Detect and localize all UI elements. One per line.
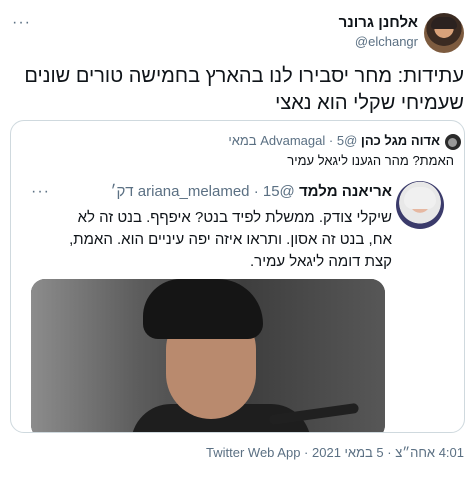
author-name[interactable]: אלחנן גרונר — [339, 14, 418, 31]
inner-tweet-text: שיקלי צודק. ממשלת לפיד בנט? איפףף. בנט ז… — [69, 209, 392, 270]
quote-author-name: אדוה מגל כהן — [360, 133, 440, 148]
avatar-cap — [431, 17, 457, 29]
inner-author-avatar — [396, 181, 444, 229]
inner-author-name: אריאנה מלמד — [298, 183, 392, 200]
quote-text: האמת? מהר הגענו ליגאל עמיר — [287, 153, 454, 168]
more-options-icon[interactable]: ··· — [12, 14, 31, 32]
author-avatar[interactable] — [424, 13, 464, 53]
quoted-tweet-card[interactable]: אדוה מגל כהן @Advamagal · 5 במאי האמת? מ… — [10, 120, 465, 433]
inner-more-icon[interactable]: ··· — [31, 183, 50, 201]
tweet-meta[interactable]: 4:01 אחה״צ · 5 במאי 2021 · Twitter Web A… — [206, 445, 464, 460]
photo-hair — [143, 279, 263, 339]
quote-header: אדוה מגל כהן @Advamagal · 5 במאי — [228, 133, 440, 148]
quote-separator: · — [328, 133, 334, 148]
tweet-photo[interactable] — [31, 279, 385, 432]
quote-author-avatar — [445, 134, 461, 150]
inner-tweet-header: אריאנה מלמד @ariana_melamed · 15 דק׳ — [111, 183, 392, 200]
inner-separator: · — [253, 183, 259, 200]
inner-avatar-hair — [404, 187, 436, 209]
author-handle[interactable]: @elchangr — [355, 34, 418, 49]
tweet-text: עתידות: מחר יסבירו לנו בהארץ בחמישה טורי… — [24, 65, 464, 114]
